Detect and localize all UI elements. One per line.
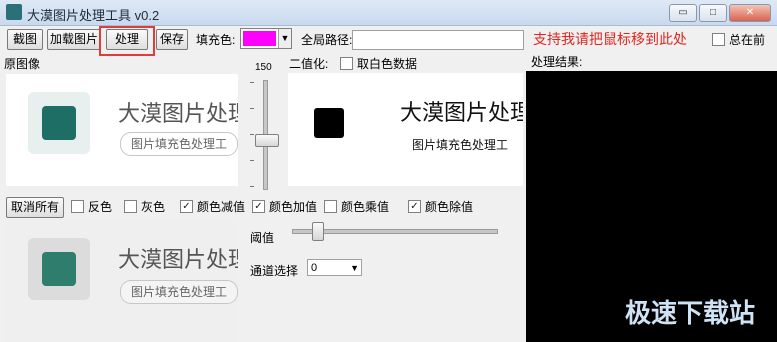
chevron-down-icon: ▼: [278, 29, 291, 48]
binarized-title: 大漠图片处理: [400, 100, 523, 125]
checkbox-box: [324, 200, 337, 213]
minimize-button[interactable]: ▭: [669, 4, 697, 22]
cancel-all-button[interactable]: 取消所有: [6, 197, 64, 218]
invert-label: 反色: [88, 200, 113, 214]
slider-tick: [250, 186, 254, 187]
maximize-button[interactable]: □: [699, 4, 727, 22]
binarized-preview-panel: 大漠图片处理 图片填充色处理工: [288, 73, 523, 186]
app-logo-icon: [6, 4, 22, 20]
binarize-label: 二值化:: [289, 57, 329, 71]
slider-tick: [250, 160, 254, 161]
title-bar: 大漠图片处理工具 v0.2 ▭ □ ✕: [0, 0, 777, 26]
invert-checkbox[interactable]: 反色: [71, 198, 112, 215]
processed-logo-image: [28, 238, 90, 300]
color-sub-label: 颜色减值: [197, 200, 246, 214]
color-mul-checkbox[interactable]: 颜色乘值: [324, 198, 389, 215]
checkbox-box: [124, 200, 137, 213]
take-white-data-checkbox[interactable]: 取白色数据: [340, 55, 417, 72]
slider-tick: [250, 82, 254, 83]
checkbox-box: [340, 57, 353, 70]
fill-color-swatch: [243, 31, 276, 46]
fill-color-picker[interactable]: ▼: [240, 28, 292, 49]
color-sub-checkbox[interactable]: ✓ 颜色减值: [180, 198, 245, 215]
color-div-label: 颜色除值: [425, 200, 474, 214]
processed-image-subtitle: 图片填充色处理工: [120, 280, 238, 304]
support-link[interactable]: 支持我请把鼠标移到此处: [533, 29, 687, 49]
always-on-top-checkbox[interactable]: 总在前: [712, 31, 765, 48]
global-path-input[interactable]: [352, 30, 524, 50]
gray-label: 灰色: [141, 200, 166, 214]
threshold-label: 阈值: [250, 231, 275, 245]
original-image-label: 原图像: [4, 57, 41, 71]
global-path-label: 全局路径:: [301, 33, 353, 47]
binarized-logo-image: [314, 108, 344, 138]
fill-color-label: 填充色:: [196, 33, 236, 47]
slider-tick: [250, 134, 254, 135]
window-title: 大漠图片处理工具 v0.2: [27, 8, 160, 23]
color-mul-label: 颜色乘值: [341, 200, 390, 214]
color-add-label: 颜色加值: [269, 200, 318, 214]
result-panel: 极速下载站: [526, 71, 777, 342]
take-white-data-label: 取白色数据: [357, 57, 418, 71]
load-image-button[interactable]: 加载图片: [47, 29, 101, 50]
result-label: 处理结果:: [531, 55, 583, 69]
checkmark-icon: ✓: [408, 200, 421, 213]
processed-image-title: 大漠图片处理: [118, 247, 238, 272]
binarized-subtitle: 图片填充色处理工: [412, 138, 509, 152]
checkmark-icon: ✓: [252, 200, 265, 213]
threshold-vertical-slider[interactable]: [255, 134, 279, 147]
process-button-highlight: [99, 26, 155, 56]
original-logo-image: [28, 92, 90, 154]
color-div-checkbox[interactable]: ✓ 颜色除值: [408, 198, 473, 215]
chevron-down-icon: ▼: [350, 263, 359, 273]
slider-value: 150: [255, 62, 272, 73]
original-image-title: 大漠图片处理: [118, 101, 238, 126]
screenshot-button[interactable]: 截图: [7, 29, 43, 50]
original-image-panel: 大漠图片处理 图片填充色处理工: [6, 74, 238, 186]
threshold-slider[interactable]: [312, 222, 324, 241]
close-button[interactable]: ✕: [729, 4, 771, 22]
save-button[interactable]: 保存: [156, 29, 188, 50]
channel-value: 0: [311, 262, 318, 274]
gray-checkbox[interactable]: 灰色: [124, 198, 165, 215]
checkbox-box: [71, 200, 84, 213]
window-controls: ▭ □ ✕: [669, 4, 771, 22]
checkbox-box: [712, 33, 725, 46]
color-add-checkbox[interactable]: ✓ 颜色加值: [252, 198, 317, 215]
checkmark-icon: ✓: [180, 200, 193, 213]
app-window: 大漠图片处理工具 v0.2 ▭ □ ✕ 截图 加载图片 处理 保存 填充色: ▼…: [0, 0, 777, 342]
original-image-subtitle: 图片填充色处理工: [120, 132, 238, 156]
channel-select[interactable]: 0 ▼: [307, 259, 362, 276]
slider-tick: [250, 108, 254, 109]
channel-label: 通道选择: [250, 264, 299, 278]
always-on-top-label: 总在前: [729, 33, 766, 47]
processed-image-panel: 大漠图片处理 图片填充色处理工: [6, 218, 238, 342]
watermark-text: 极速下载站: [624, 298, 755, 328]
